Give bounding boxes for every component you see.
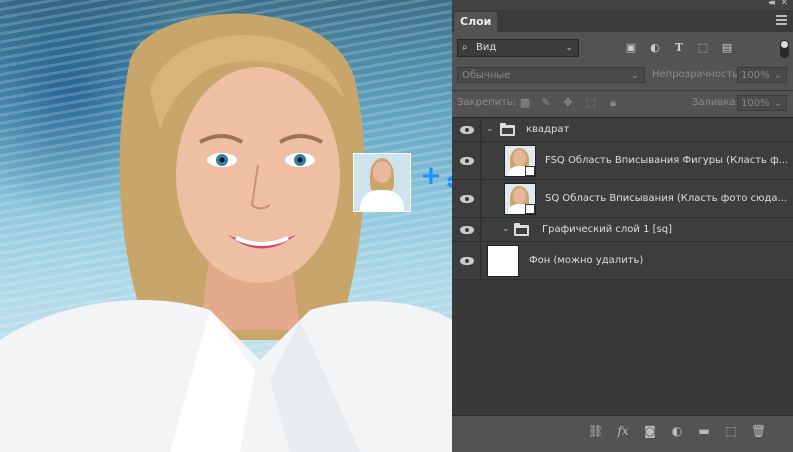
new-layer-icon[interactable]: ⬚ — [724, 424, 738, 438]
chevron-down-icon[interactable]: ⌄ — [502, 224, 510, 234]
layer-name: FSQ Область Вписывания Фигуры (Класть ф.… — [545, 155, 789, 166]
adjustment-layer-icon[interactable]: ◐ — [670, 424, 684, 438]
fill-label: Заливка: — [692, 97, 739, 108]
eye-icon[interactable] — [460, 226, 474, 234]
lock-artboard-icon[interactable]: ⬚ — [585, 97, 597, 109]
shape-filter-icon[interactable]: ⬚ — [697, 42, 709, 54]
eye-icon[interactable] — [460, 257, 474, 265]
chevron-down-icon: ⌄ — [773, 70, 782, 81]
layer-name: квадрат — [526, 124, 570, 135]
layer-row-fsq[interactable]: FSQ Область Вписывания Фигуры (Класть ф.… — [452, 142, 793, 180]
layer-name: Графический слой 1 [sq] — [542, 224, 672, 235]
tab-bar: Слои — [452, 10, 793, 33]
portrait-illustration — [0, 13, 452, 452]
opacity-label: Непрозрачность: — [652, 69, 742, 80]
layer-row-group-graphic[interactable]: ⌄ Графический слой 1 [sq] — [452, 218, 793, 242]
plus-sign: + — [420, 161, 442, 191]
layers-panel: ◂◂ ✕ Слои ⌕ Вид ⌄ ▣ ◐ T ⬚ ▤ Обычные ⌄ Не… — [452, 0, 793, 452]
chevron-down-icon: ⌄ — [630, 70, 639, 81]
lock-position-icon[interactable]: ✥ — [562, 97, 574, 109]
layer-row-background[interactable]: Фон (можно удалить) — [452, 242, 793, 280]
panel-menu-icon[interactable] — [776, 15, 787, 25]
folder-icon — [500, 123, 515, 136]
fill-field[interactable]: 100% ⌄ — [737, 95, 787, 111]
filter-label: Вид — [476, 42, 497, 53]
smart-object-icon — [525, 204, 535, 214]
smart-object-icon — [525, 166, 535, 176]
lock-row: Закрепить: ▩ ✎ ✥ ⬚ 🔒︎ Заливка: 100% ⌄ — [452, 91, 793, 118]
smart-object-thumbnail — [353, 153, 411, 212]
chevron-down-icon: ⌄ — [773, 98, 782, 109]
eye-icon[interactable] — [460, 195, 474, 203]
lock-all-icon[interactable]: 🔒︎ — [607, 97, 619, 109]
close-icon[interactable]: ✕ — [780, 0, 788, 8]
layer-thumbnail — [487, 245, 519, 277]
chevron-down-icon: ⌄ — [565, 43, 573, 53]
collapse-icon[interactable]: ◂◂ — [768, 0, 775, 8]
filter-toggle[interactable] — [780, 40, 789, 58]
search-icon: ⌕ — [462, 42, 468, 53]
panel-top-strip: ◂◂ ✕ — [452, 0, 793, 10]
eye-icon[interactable] — [460, 126, 474, 134]
trash-icon[interactable]: 🗑︎ — [751, 424, 766, 438]
image-filter-icon[interactable]: ▣ — [625, 42, 637, 54]
lock-image-icon[interactable]: ✎ — [540, 97, 552, 109]
layer-thumbnail — [504, 145, 536, 177]
opacity-value: 100% — [741, 70, 770, 81]
fx-icon[interactable]: fx — [616, 424, 630, 438]
fill-value: 100% — [741, 98, 770, 109]
opacity-field[interactable]: 100% ⌄ — [737, 67, 787, 83]
photo-canvas — [0, 0, 452, 452]
eye-icon[interactable] — [460, 157, 474, 165]
smart-object-filter-icon[interactable]: ▤ — [721, 42, 733, 54]
text-filter-icon[interactable]: T — [673, 42, 685, 54]
folder-icon — [514, 223, 529, 236]
lock-label: Закрепить: — [457, 97, 517, 108]
layers-list: ⌄ квадрат FSQ Область Вписывания Фигуры … — [452, 118, 793, 415]
lock-transparency-icon[interactable]: ▩ — [519, 97, 531, 109]
layer-row-sq[interactable]: SQ Область Вписывания (Класть фото сюда.… — [452, 180, 793, 218]
adjustment-filter-icon[interactable]: ◐ — [649, 42, 661, 54]
mask-icon[interactable]: ◙ — [643, 424, 657, 438]
blend-mode-value: Обычные — [462, 70, 511, 81]
layer-thumbnail — [504, 183, 536, 215]
blend-mode-select[interactable]: Обычные ⌄ — [457, 67, 645, 83]
layers-bottom-bar: ⛓︎ fx ◙ ◐ ▬ ⬚ 🗑︎ — [452, 415, 793, 446]
layer-name: Фон (можно удалить) — [529, 255, 644, 266]
new-group-icon[interactable]: ▬ — [697, 424, 711, 438]
chevron-down-icon[interactable]: ⌄ — [486, 124, 494, 134]
layer-filter-select[interactable]: ⌕ Вид ⌄ — [457, 39, 579, 57]
tab-layers[interactable]: Слои — [454, 12, 498, 32]
layer-row-group-kvadrat[interactable]: ⌄ квадрат — [452, 118, 793, 142]
filter-row: ⌕ Вид ⌄ ▣ ◐ T ⬚ ▤ — [452, 32, 793, 62]
layer-name: SQ Область Вписывания (Класть фото сюда.… — [545, 193, 788, 204]
blend-row: Обычные ⌄ Непрозрачность: 100% ⌄ — [452, 62, 793, 91]
link-icon[interactable]: ⛓︎ — [588, 424, 603, 438]
